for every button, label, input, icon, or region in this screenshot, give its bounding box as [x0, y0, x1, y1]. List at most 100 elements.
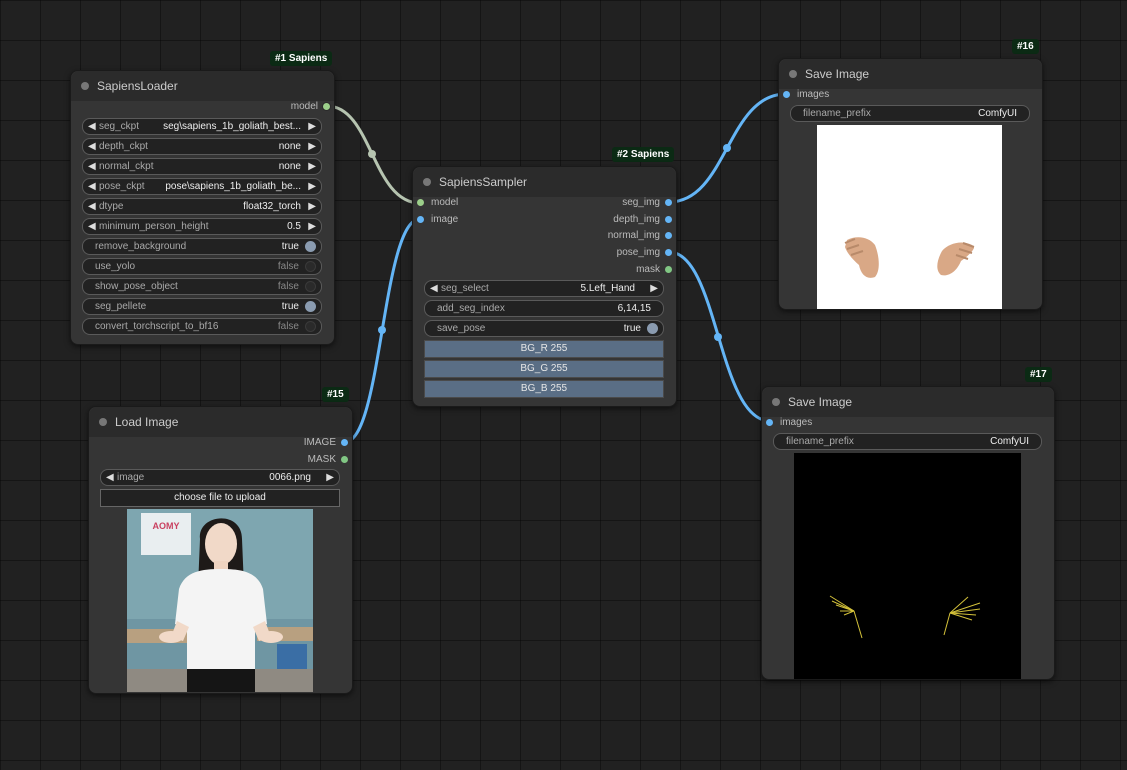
show-pose-object-toggle[interactable]: show_pose_object false	[82, 278, 322, 295]
sapiens-sampler-node[interactable]: SapiensSampler model image seg_img depth…	[412, 166, 677, 407]
input-model[interactable]: model	[417, 196, 458, 210]
left-arrow-icon[interactable]: ◀	[88, 119, 96, 134]
link-model[interactable]	[326, 104, 421, 205]
link-image-loader-midpoint[interactable]	[378, 326, 386, 334]
minimum-person-height-number[interactable]: ◀ minimum_person_height 0.5 ▶	[82, 218, 322, 235]
link-image-loader[interactable]	[344, 217, 421, 444]
upload-button[interactable]: choose file to upload	[100, 489, 340, 507]
seg-select-combo[interactable]: ◀ seg_select 5.Left_Hand ▶	[424, 280, 664, 297]
toggle-icon[interactable]	[305, 261, 316, 272]
load-image-node[interactable]: Load Image IMAGE MASK ◀ image 0066.png ▶…	[88, 406, 353, 694]
toggle-icon[interactable]	[305, 281, 316, 292]
widget-label: seg_ckpt	[99, 121, 140, 132]
widget-label: filename_prefix	[786, 436, 854, 447]
output-pin-icon[interactable]	[665, 216, 672, 223]
add-seg-index-field[interactable]: add_seg_index 6,14,15	[424, 300, 664, 317]
save-image-node-16[interactable]: Save Image images filename_prefix ComfyU…	[778, 58, 1043, 310]
toggle-icon[interactable]	[305, 301, 316, 312]
link-model-midpoint[interactable]	[368, 150, 376, 158]
node-header[interactable]: SapiensSampler	[413, 167, 676, 197]
output-label: MASK	[307, 454, 336, 465]
output-pin-icon[interactable]	[665, 232, 672, 239]
node-header[interactable]: Save Image	[779, 59, 1042, 89]
widget-label: pose_ckpt	[99, 181, 145, 192]
save-image-node-17[interactable]: Save Image images filename_prefix ComfyU…	[761, 386, 1055, 680]
output-seg-img[interactable]: seg_img	[622, 196, 672, 210]
remove-background-toggle[interactable]: remove_background true	[82, 238, 322, 255]
seg-ckpt-combo[interactable]: ◀ seg_ckpt seg\sapiens_1b_goliath_best..…	[82, 118, 322, 135]
toggle-icon[interactable]	[305, 321, 316, 332]
output-pin-icon[interactable]	[323, 103, 330, 110]
preview-background	[817, 125, 1002, 309]
output-mask[interactable]: MASK	[307, 453, 348, 467]
left-arrow-icon[interactable]: ◀	[88, 179, 96, 194]
node-title: Save Image	[788, 395, 853, 409]
widget-value: ComfyUI	[978, 108, 1017, 119]
output-depth-img[interactable]: depth_img	[613, 213, 672, 227]
input-pin-icon[interactable]	[417, 199, 424, 206]
input-images[interactable]: images	[766, 416, 812, 430]
left-arrow-icon[interactable]: ◀	[88, 199, 96, 214]
input-pin-icon[interactable]	[766, 419, 773, 426]
pose-ckpt-combo[interactable]: ◀ pose_ckpt pose\sapiens_1b_goliath_be..…	[82, 178, 322, 195]
convert-torchscript-toggle[interactable]: convert_torchscript_to_bf16 false	[82, 318, 322, 335]
output-pin-icon[interactable]	[665, 266, 672, 273]
link-pose-img[interactable]	[668, 250, 771, 423]
toggle-icon[interactable]	[305, 241, 316, 252]
link-pose-img-midpoint[interactable]	[714, 333, 722, 341]
dtype-combo[interactable]: ◀ dtype float32_torch ▶	[82, 198, 322, 215]
filename-prefix-field[interactable]: filename_prefix ComfyUI	[773, 433, 1042, 450]
right-arrow-icon[interactable]: ▶	[308, 139, 316, 154]
output-pin-icon[interactable]	[665, 199, 672, 206]
widget-label: seg_select	[441, 283, 489, 294]
output-pin-icon[interactable]	[341, 456, 348, 463]
widget-value: 5.Left_Hand	[580, 283, 636, 294]
left-arrow-icon[interactable]: ◀	[88, 159, 96, 174]
input-pin-icon[interactable]	[417, 216, 424, 223]
node-id-badge: #17	[1025, 367, 1052, 382]
output-pin-icon[interactable]	[341, 439, 348, 446]
output-image[interactable]: IMAGE	[303, 436, 348, 450]
output-mask[interactable]: mask	[636, 263, 672, 277]
link-seg-img[interactable]	[668, 92, 787, 204]
save-pose-toggle[interactable]: save_pose true	[424, 320, 664, 337]
right-arrow-icon[interactable]: ▶	[308, 179, 316, 194]
preview-poster	[141, 513, 191, 555]
left-arrow-icon[interactable]: ◀	[106, 470, 114, 485]
normal-ckpt-combo[interactable]: ◀ normal_ckpt none ▶	[82, 158, 322, 175]
bg-g-button[interactable]: BG_G 255	[424, 360, 664, 378]
left-arrow-icon[interactable]: ◀	[430, 281, 438, 296]
input-image[interactable]: image	[417, 213, 458, 227]
input-pin-icon[interactable]	[783, 91, 790, 98]
image-combo[interactable]: ◀ image 0066.png ▶	[100, 469, 340, 486]
widget-value: 0066.png	[269, 472, 311, 483]
bg-r-button[interactable]: BG_R 255	[424, 340, 664, 358]
use-yolo-toggle[interactable]: use_yolo false	[82, 258, 322, 275]
output-pose-img[interactable]: pose_img	[617, 246, 672, 260]
right-arrow-icon[interactable]: ▶	[326, 470, 334, 485]
node-header[interactable]: Load Image	[89, 407, 352, 437]
sapiens-loader-node[interactable]: SapiensLoader model ◀ seg_ckpt seg\sapie…	[70, 70, 335, 345]
node-title: SapiensLoader	[97, 79, 178, 93]
seg-pellete-toggle[interactable]: seg_pellete true	[82, 298, 322, 315]
output-model[interactable]: model	[291, 100, 330, 114]
right-arrow-icon[interactable]: ▶	[308, 159, 316, 174]
node-header[interactable]: Save Image	[762, 387, 1054, 417]
toggle-icon[interactable]	[647, 323, 658, 334]
output-normal-img[interactable]: normal_img	[608, 229, 672, 243]
bg-b-button[interactable]: BG_B 255	[424, 380, 664, 398]
right-arrow-icon[interactable]: ▶	[308, 219, 316, 234]
depth-ckpt-combo[interactable]: ◀ depth_ckpt none ▶	[82, 138, 322, 155]
widget-value: true	[281, 301, 299, 312]
input-images[interactable]: images	[783, 88, 829, 102]
output-pin-icon[interactable]	[665, 249, 672, 256]
right-arrow-icon[interactable]: ▶	[308, 199, 316, 214]
right-arrow-icon[interactable]: ▶	[308, 119, 316, 134]
left-arrow-icon[interactable]: ◀	[88, 219, 96, 234]
link-seg-img-midpoint[interactable]	[723, 144, 731, 152]
left-arrow-icon[interactable]: ◀	[88, 139, 96, 154]
output-label: IMAGE	[303, 437, 336, 448]
right-arrow-icon[interactable]: ▶	[650, 281, 658, 296]
node-header[interactable]: SapiensLoader	[71, 71, 334, 101]
filename-prefix-field[interactable]: filename_prefix ComfyUI	[790, 105, 1030, 122]
